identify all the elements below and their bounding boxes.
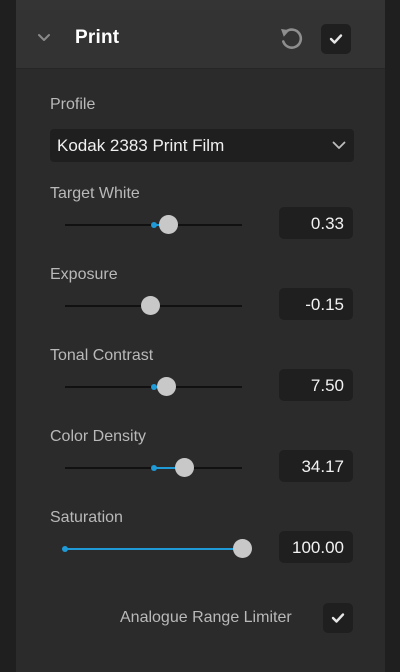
panel-title: Print (75, 27, 120, 48)
slider-value-input[interactable]: -0.15 (279, 288, 353, 320)
slider-thumb[interactable] (174, 458, 194, 477)
check-icon (331, 613, 345, 623)
print-panel-header[interactable]: Print (16, 10, 385, 69)
chevron-down-icon (332, 141, 346, 149)
previous-panel-edge (16, 0, 385, 10)
slider-value: 0.33 (310, 214, 344, 233)
slider-fill (65, 548, 242, 550)
slider-thumb[interactable] (158, 215, 178, 234)
reset-icon[interactable] (278, 26, 304, 52)
slider-value: 100.00 (292, 538, 344, 557)
profile-label: Profile (50, 96, 96, 113)
slider-track[interactable] (65, 458, 242, 477)
slider-value: -0.15 (305, 295, 344, 314)
analogue-range-limiter-label: Analogue Range Limiter (120, 609, 292, 626)
slider-value-input[interactable]: 100.00 (279, 531, 353, 563)
slider-thumb[interactable] (156, 377, 176, 396)
slider-label: Saturation (50, 509, 123, 526)
slider-default-marker (62, 546, 68, 552)
slider-value: 7.50 (310, 376, 344, 395)
slider-default-marker (150, 465, 157, 471)
slider-value-input[interactable]: 0.33 (279, 207, 353, 239)
slider-label: Target White (50, 185, 140, 202)
slider-label: Exposure (50, 266, 118, 283)
panel-enable-checkbox[interactable] (321, 24, 351, 54)
slider-label: Color Density (50, 428, 147, 445)
slider-default-marker (150, 384, 157, 390)
slider-default-marker (150, 222, 157, 228)
slider-thumb[interactable] (140, 296, 160, 315)
slider-value-input[interactable]: 34.17 (279, 450, 353, 482)
slider-thumb[interactable] (233, 539, 252, 558)
slider-value-input[interactable]: 7.50 (279, 369, 353, 401)
slider-track[interactable] (62, 539, 252, 558)
check-icon (329, 34, 343, 44)
slider-track[interactable] (65, 296, 242, 315)
analogue-range-limiter-checkbox[interactable] (323, 603, 353, 633)
slider-label: Tonal Contrast (50, 347, 154, 364)
slider-value: 34.17 (301, 457, 344, 476)
slider-track[interactable] (65, 377, 242, 396)
chevron-down-icon[interactable] (38, 32, 50, 44)
profile-value: Kodak 2383 Print Film (57, 136, 225, 155)
slider-track[interactable] (65, 215, 242, 234)
profile-dropdown[interactable]: Kodak 2383 Print Film (50, 129, 354, 162)
